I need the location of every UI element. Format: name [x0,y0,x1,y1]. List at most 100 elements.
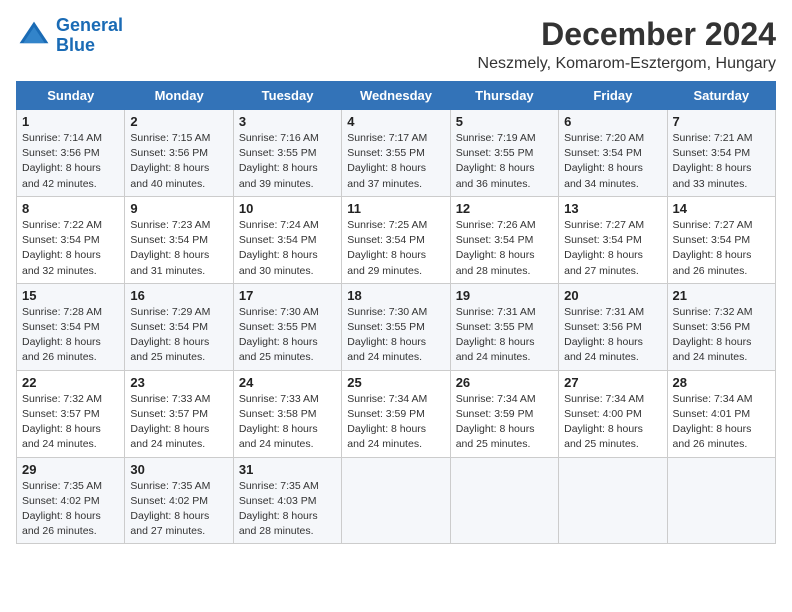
calendar-cell: 31 Sunrise: 7:35 AMSunset: 4:03 PMDayligh… [233,457,341,544]
calendar-cell [342,457,450,544]
calendar-cell: 5Sunrise: 7:19 AMSunset: 3:55 PMDaylight… [450,110,558,197]
day-info: Sunrise: 7:33 AMSunset: 3:57 PMDaylight:… [130,392,227,453]
day-number: 12 [456,201,553,216]
day-info: Sunrise: 7:31 AMSunset: 3:56 PMDaylight:… [564,305,661,366]
calendar-cell: 20 Sunrise: 7:31 AMSunset: 3:56 PMDayligh… [559,283,667,370]
calendar-cell: 30 Sunrise: 7:35 AMSunset: 4:02 PMDayligh… [125,457,233,544]
day-number: 28 [673,375,770,390]
location-title: Neszmely, Komarom-Esztergom, Hungary [478,55,776,73]
calendar-cell: 2Sunrise: 7:15 AMSunset: 3:56 PMDaylight… [125,110,233,197]
day-info: Sunrise: 7:16 AMSunset: 3:55 PMDaylight:… [239,131,336,192]
day-info: Sunrise: 7:35 AMSunset: 4:02 PMDaylight:… [22,479,119,540]
calendar-cell: 7 Sunrise: 7:21 AMSunset: 3:54 PMDaylight… [667,110,775,197]
calendar-cell: 10 Sunrise: 7:24 AMSunset: 3:54 PMDayligh… [233,196,341,283]
calendar-cell: 3 Sunrise: 7:16 AMSunset: 3:55 PMDaylight… [233,110,341,197]
weekday-header-friday: Friday [559,82,667,110]
day-info: Sunrise: 7:27 AMSunset: 3:54 PMDaylight:… [564,218,661,279]
logo: General Blue [16,16,123,56]
day-number: 6 [564,114,661,129]
day-info: Sunrise: 7:30 AMSunset: 3:55 PMDaylight:… [239,305,336,366]
logo-icon [16,18,52,54]
day-number: 29 [22,462,119,477]
day-info: Sunrise: 7:34 AMSunset: 4:01 PMDaylight:… [673,392,770,453]
day-number: 24 [239,375,336,390]
weekday-header-tuesday: Tuesday [233,82,341,110]
day-info: Sunrise: 7:34 AMSunset: 4:00 PMDaylight:… [564,392,661,453]
calendar-cell: 26Sunrise: 7:34 AMSunset: 3:59 PMDayligh… [450,370,558,457]
weekday-header-sunday: Sunday [17,82,125,110]
calendar-cell: 12 Sunrise: 7:26 AMSunset: 3:54 PMDayligh… [450,196,558,283]
day-number: 7 [673,114,770,129]
day-info: Sunrise: 7:32 AMSunset: 3:56 PMDaylight:… [673,305,770,366]
day-number: 10 [239,201,336,216]
day-info: Sunrise: 7:19 AMSunset: 3:55 PMDaylight:… [456,131,553,192]
calendar-cell: 28 Sunrise: 7:34 AMSunset: 4:01 PMDayligh… [667,370,775,457]
day-number: 14 [673,201,770,216]
day-info: Sunrise: 7:34 AMSunset: 3:59 PMDaylight:… [456,392,553,453]
day-info: Sunrise: 7:28 AMSunset: 3:54 PMDaylight:… [22,305,119,366]
week-row-1: 1Sunrise: 7:14 AMSunset: 3:56 PMDaylight… [17,110,776,197]
title-section: December 2024 Neszmely, Komarom-Esztergo… [478,16,776,73]
calendar-cell: 19 Sunrise: 7:31 AMSunset: 3:55 PMDayligh… [450,283,558,370]
calendar-cell: 17Sunrise: 7:30 AMSunset: 3:55 PMDayligh… [233,283,341,370]
calendar-cell: 13 Sunrise: 7:27 AMSunset: 3:54 PMDayligh… [559,196,667,283]
day-number: 31 [239,462,336,477]
calendar-table: SundayMondayTuesdayWednesdayThursdayFrid… [16,81,776,544]
calendar-cell: 6Sunrise: 7:20 AMSunset: 3:54 PMDaylight… [559,110,667,197]
calendar-cell: 8Sunrise: 7:22 AMSunset: 3:54 PMDaylight… [17,196,125,283]
day-info: Sunrise: 7:35 AMSunset: 4:02 PMDaylight:… [130,479,227,540]
day-info: Sunrise: 7:24 AMSunset: 3:54 PMDaylight:… [239,218,336,279]
day-info: Sunrise: 7:33 AMSunset: 3:58 PMDaylight:… [239,392,336,453]
day-info: Sunrise: 7:23 AMSunset: 3:54 PMDaylight:… [130,218,227,279]
day-number: 23 [130,375,227,390]
logo-line2: Blue [56,35,95,55]
calendar-cell: 23 Sunrise: 7:33 AMSunset: 3:57 PMDayligh… [125,370,233,457]
day-number: 30 [130,462,227,477]
day-number: 25 [347,375,444,390]
day-info: Sunrise: 7:27 AMSunset: 3:54 PMDaylight:… [673,218,770,279]
calendar-cell: 16 Sunrise: 7:29 AMSunset: 3:54 PMDayligh… [125,283,233,370]
weekday-header-saturday: Saturday [667,82,775,110]
calendar-cell: 14 Sunrise: 7:27 AMSunset: 3:54 PMDayligh… [667,196,775,283]
day-number: 22 [22,375,119,390]
day-info: Sunrise: 7:31 AMSunset: 3:55 PMDaylight:… [456,305,553,366]
day-info: Sunrise: 7:21 AMSunset: 3:54 PMDaylight:… [673,131,770,192]
day-number: 1 [22,114,119,129]
day-number: 15 [22,288,119,303]
day-info: Sunrise: 7:34 AMSunset: 3:59 PMDaylight:… [347,392,444,453]
day-number: 21 [673,288,770,303]
calendar-cell: 24 Sunrise: 7:33 AMSunset: 3:58 PMDayligh… [233,370,341,457]
calendar-cell: 9Sunrise: 7:23 AMSunset: 3:54 PMDaylight… [125,196,233,283]
day-info: Sunrise: 7:17 AMSunset: 3:55 PMDaylight:… [347,131,444,192]
day-number: 2 [130,114,227,129]
day-number: 20 [564,288,661,303]
week-row-4: 22 Sunrise: 7:32 AMSunset: 3:57 PMDayligh… [17,370,776,457]
day-number: 13 [564,201,661,216]
calendar-cell: 11Sunrise: 7:25 AMSunset: 3:54 PMDayligh… [342,196,450,283]
day-number: 16 [130,288,227,303]
calendar-cell [450,457,558,544]
day-info: Sunrise: 7:32 AMSunset: 3:57 PMDaylight:… [22,392,119,453]
week-row-5: 29 Sunrise: 7:35 AMSunset: 4:02 PMDayligh… [17,457,776,544]
day-info: Sunrise: 7:29 AMSunset: 3:54 PMDaylight:… [130,305,227,366]
day-info: Sunrise: 7:35 AMSunset: 4:03 PMDaylight:… [239,479,336,540]
calendar-cell: 4 Sunrise: 7:17 AMSunset: 3:55 PMDaylight… [342,110,450,197]
calendar-cell: 25 Sunrise: 7:34 AMSunset: 3:59 PMDayligh… [342,370,450,457]
calendar-cell: 15 Sunrise: 7:28 AMSunset: 3:54 PMDayligh… [17,283,125,370]
day-info: Sunrise: 7:26 AMSunset: 3:54 PMDaylight:… [456,218,553,279]
day-number: 8 [22,201,119,216]
logo-text: General Blue [56,16,123,56]
header: General Blue December 2024 Neszmely, Kom… [16,16,776,73]
day-number: 4 [347,114,444,129]
day-number: 27 [564,375,661,390]
calendar-cell: 27 Sunrise: 7:34 AMSunset: 4:00 PMDayligh… [559,370,667,457]
day-number: 19 [456,288,553,303]
calendar-cell [667,457,775,544]
calendar-cell: 29 Sunrise: 7:35 AMSunset: 4:02 PMDayligh… [17,457,125,544]
day-number: 18 [347,288,444,303]
day-number: 3 [239,114,336,129]
weekday-header-monday: Monday [125,82,233,110]
weekday-header-wednesday: Wednesday [342,82,450,110]
day-info: Sunrise: 7:30 AMSunset: 3:55 PMDaylight:… [347,305,444,366]
week-row-2: 8Sunrise: 7:22 AMSunset: 3:54 PMDaylight… [17,196,776,283]
